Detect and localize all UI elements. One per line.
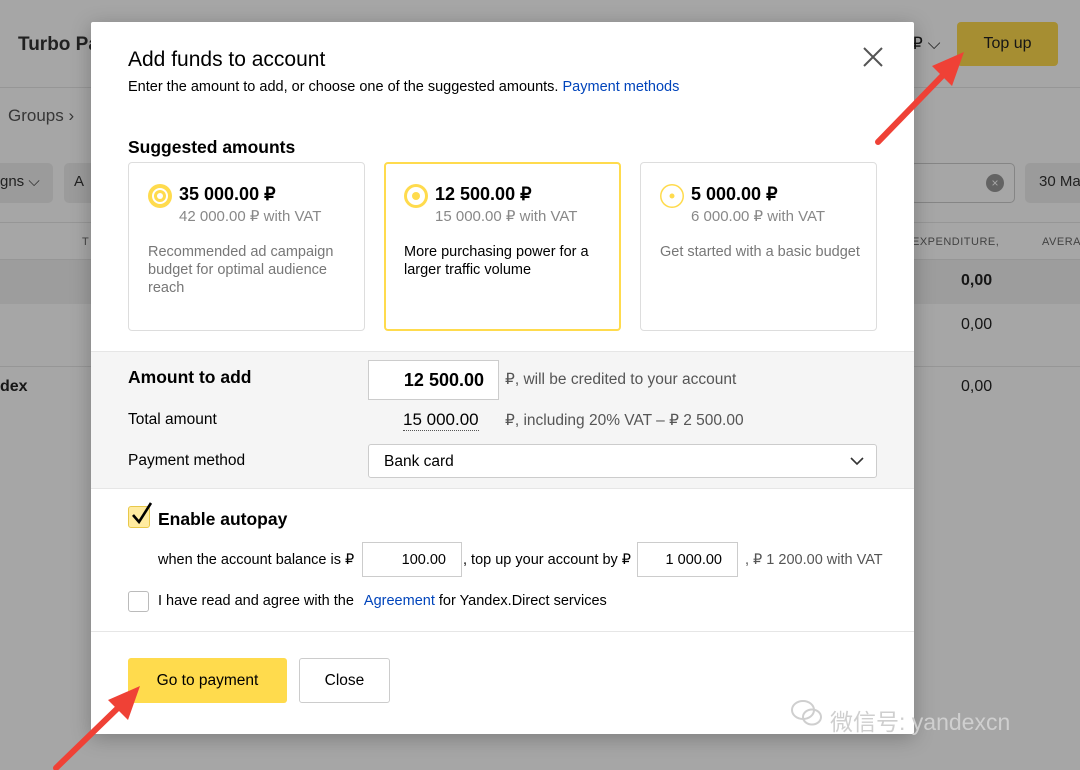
autopay-amount-input[interactable] (637, 542, 738, 577)
suggested-amount-card[interactable]: 5 000.00 ₽ 6 000.00 ₽ with VAT Get start… (640, 162, 877, 331)
agreement-text: I have read and agree with the Agreement… (158, 593, 607, 609)
add-funds-dialog: Add funds to account Enter the amount to… (91, 22, 914, 734)
total-label: Total amount (128, 411, 217, 428)
subtitle-text: Enter the amount to add, or choose one o… (128, 79, 559, 95)
autopay-checkbox[interactable] (128, 502, 153, 528)
autopay-topup-text: , top up your account by ₽ (463, 552, 632, 568)
card-vat: 15 000.00 ₽ with VAT (435, 208, 578, 225)
payment-method-select[interactable]: Bank card (368, 444, 877, 478)
autopay-when-text: when the account balance is ₽ (158, 552, 355, 568)
payment-method-value: Bank card (384, 453, 454, 470)
chevron-down-icon (850, 457, 864, 466)
card-amount: 5 000.00 ₽ (691, 184, 778, 204)
card-amount: 12 500.00 ₽ (435, 184, 532, 204)
watermark-text: 微信号: yandexcn (830, 709, 1011, 735)
card-description: Get started with a basic budget (660, 244, 860, 260)
card-vat: 42 000.00 ₽ with VAT (179, 208, 322, 225)
card-description: Recommended ad campaign budget for optim… (148, 244, 334, 296)
dialog-subtitle: Enter the amount to add, or choose one o… (128, 79, 679, 95)
total-note: ₽, including 20% VAT – ₽ 2 500.00 (505, 412, 744, 429)
autopay-label: Enable autopay (158, 509, 288, 529)
card-description: More purchasing power for a larger traff… (404, 244, 589, 278)
amount-label: Amount to add (128, 367, 252, 387)
card-amount: 35 000.00 ₽ (179, 184, 276, 204)
payment-method-label: Payment method (128, 452, 246, 469)
dialog-title: Add funds to account (128, 48, 326, 71)
close-icon[interactable] (862, 46, 884, 68)
go-to-payment-button[interactable]: Go to payment (128, 658, 287, 703)
agreement-link[interactable]: Agreement (364, 593, 435, 609)
amount-note: ₽, will be credited to your account (505, 371, 737, 388)
agreement-checkbox[interactable] (128, 591, 149, 612)
autopay-vat-text: , ₽ 1 200.00 with VAT (745, 552, 883, 568)
radio-icon (660, 184, 684, 208)
suggested-amounts-title: Suggested amounts (128, 137, 296, 157)
suggested-amount-card[interactable]: 35 000.00 ₽ 42 000.00 ₽ with VAT Recomme… (128, 162, 365, 331)
amount-input[interactable] (368, 360, 499, 400)
footer-divider (91, 631, 914, 632)
card-vat: 6 000.00 ₽ with VAT (691, 208, 826, 225)
agreement-prefix: I have read and agree with the (158, 593, 354, 609)
autopay-threshold-input[interactable] (362, 542, 462, 577)
wechat-icon (791, 700, 822, 726)
close-button[interactable]: Close (299, 658, 390, 703)
total-amount-value: 15 000.00 (403, 410, 479, 431)
radio-icon (404, 184, 428, 208)
agreement-suffix: for Yandex.Direct services (438, 593, 607, 609)
suggested-amount-card-selected[interactable]: 12 500.00 ₽ 15 000.00 ₽ with VAT More pu… (384, 162, 621, 331)
radio-icon (148, 184, 172, 208)
payment-methods-link[interactable]: Payment methods (563, 79, 680, 95)
checkmark-icon (132, 502, 153, 525)
